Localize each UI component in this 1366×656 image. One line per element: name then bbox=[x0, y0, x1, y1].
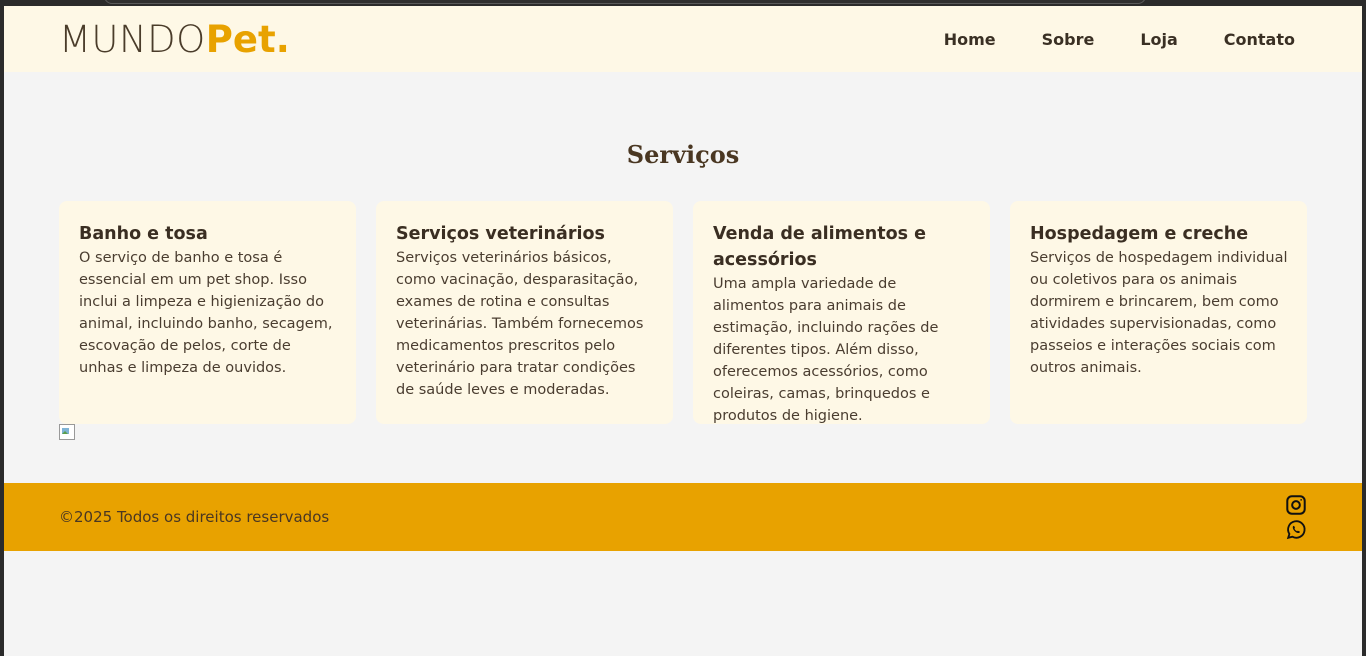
logo-text-pet: Pet. bbox=[205, 17, 290, 61]
copyright-text: ©2025 Todos os direitos reservados bbox=[59, 508, 330, 526]
page-viewport: MUNDO Pet. Home Sobre Loja Contato Serviç… bbox=[4, 6, 1362, 656]
site-logo[interactable]: MUNDO Pet. bbox=[59, 21, 290, 58]
service-card-title: Serviços veterinários bbox=[396, 224, 605, 244]
services-section: Serviços Banho e tosa O serviço de banho… bbox=[4, 72, 1362, 440]
service-card-text: Serviços de hospedagem individual ou col… bbox=[1030, 250, 1288, 376]
service-card-text: O serviço de banho e tosa é essencial em… bbox=[79, 250, 333, 376]
service-card: Banho e tosa O serviço de banho e tosa é… bbox=[59, 201, 356, 424]
site-footer: ©2025 Todos os direitos reservados bbox=[4, 483, 1362, 551]
logo-text-mundo: MUNDO bbox=[59, 17, 206, 61]
main-nav: Home Sobre Loja Contato bbox=[898, 30, 1295, 49]
nav-link-home[interactable]: Home bbox=[944, 30, 996, 49]
broken-image-icon bbox=[59, 424, 75, 440]
service-card-title: Hospedagem e creche bbox=[1030, 224, 1249, 244]
service-card-title: Venda de alimentos e acessórios bbox=[713, 224, 926, 270]
browser-top-bar bbox=[104, 0, 1146, 4]
services-cards: Banho e tosa O serviço de banho e tosa é… bbox=[59, 201, 1307, 424]
service-card: Hospedagem e creche Serviços de hospedag… bbox=[1010, 201, 1307, 424]
service-card-text: Serviços veterinários básicos, como vaci… bbox=[396, 250, 644, 398]
service-card: Venda de alimentos e acessórios Uma ampl… bbox=[693, 201, 990, 424]
service-card: Serviços veterinários Serviços veterinár… bbox=[376, 201, 673, 424]
service-card-title: Banho e tosa bbox=[79, 224, 208, 244]
nav-link-loja[interactable]: Loja bbox=[1140, 30, 1177, 49]
nav-link-sobre[interactable]: Sobre bbox=[1042, 30, 1095, 49]
service-card-text: Uma ampla variedade de alimentos para an… bbox=[713, 276, 939, 424]
nav-link-contato[interactable]: Contato bbox=[1224, 30, 1295, 49]
services-title: Serviços bbox=[626, 140, 740, 169]
instagram-icon[interactable] bbox=[1285, 494, 1307, 516]
whatsapp-icon[interactable] bbox=[1285, 519, 1307, 541]
site-header: MUNDO Pet. Home Sobre Loja Contato bbox=[4, 6, 1362, 72]
social-links bbox=[1285, 494, 1307, 541]
